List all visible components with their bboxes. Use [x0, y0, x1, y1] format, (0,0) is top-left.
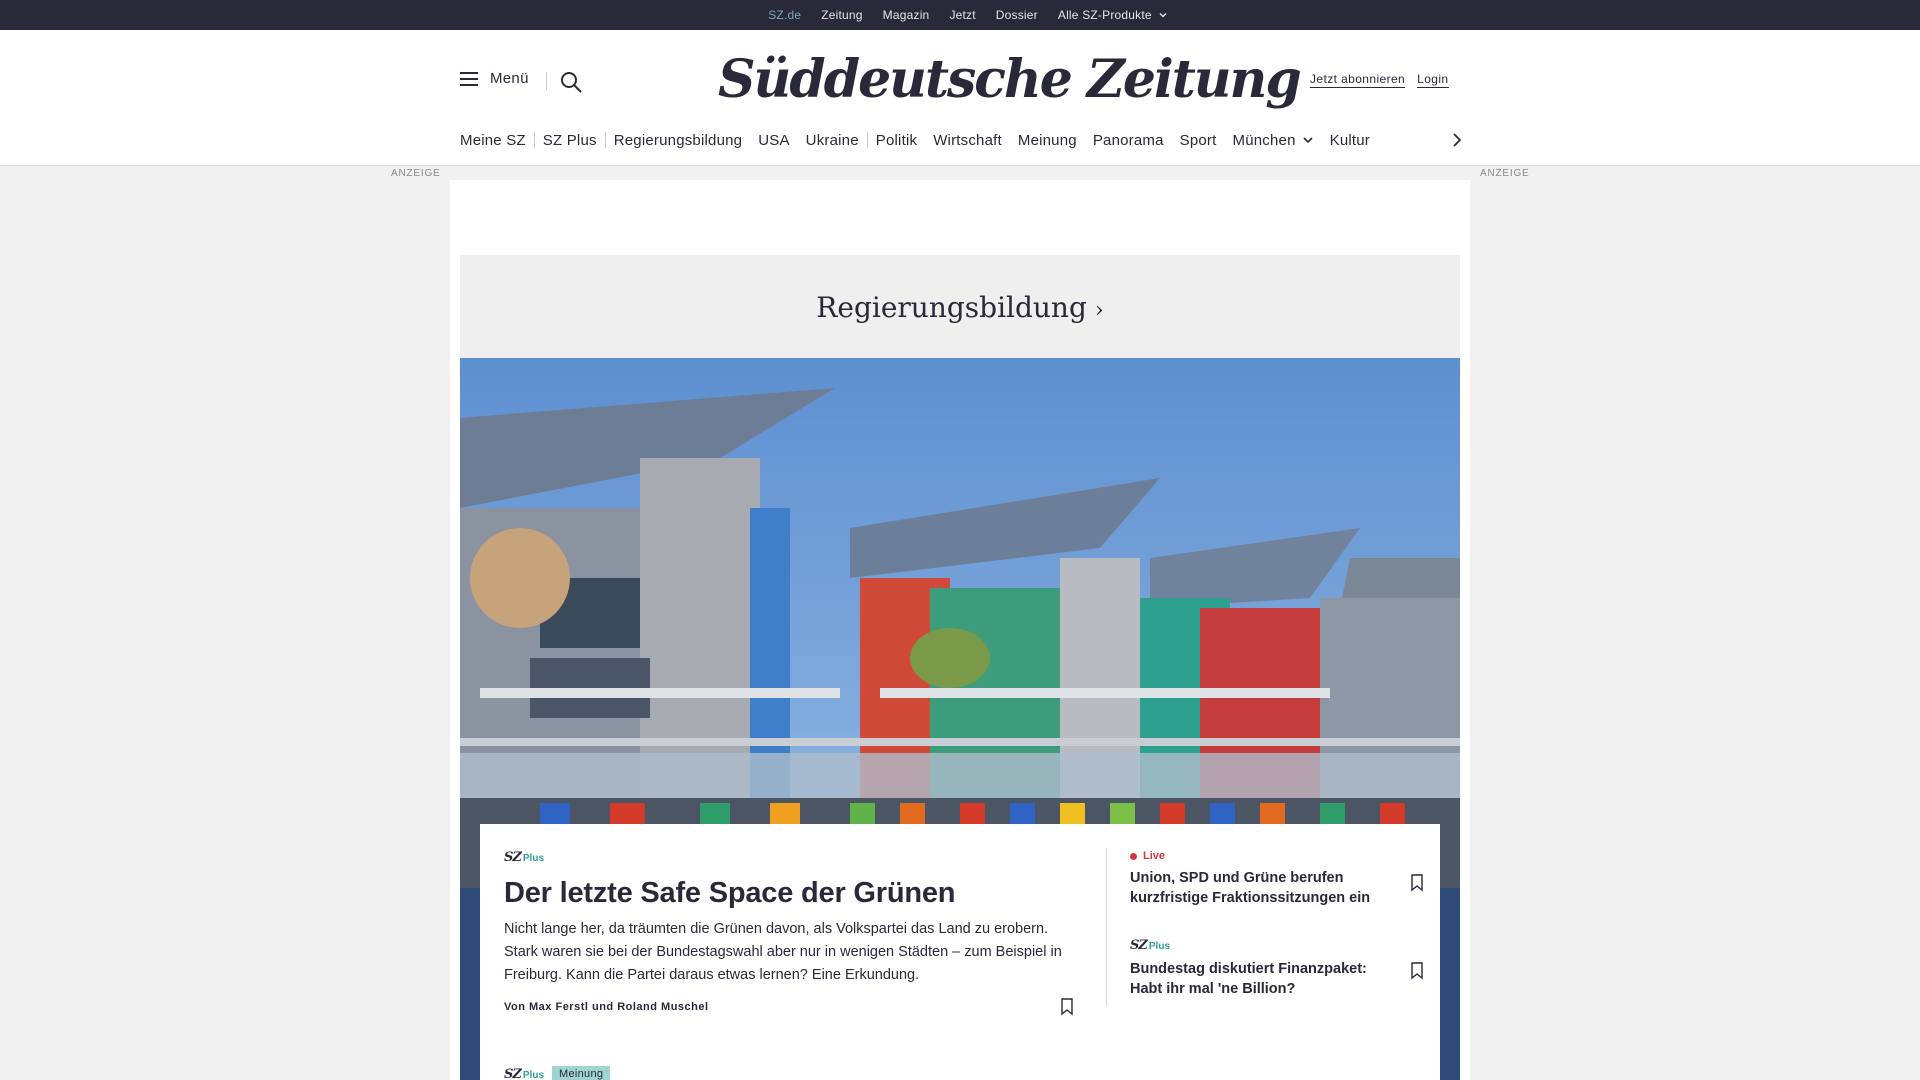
nav-item-meinung[interactable]: Meinung — [1010, 132, 1085, 149]
topbar-link-zeitung[interactable]: Zeitung — [821, 8, 862, 22]
live-dot-icon — [1130, 852, 1137, 860]
live-badge: Live — [1130, 850, 1420, 862]
topbar-link-sz[interactable]: SZ.de — [768, 8, 801, 33]
subscribe-link[interactable]: Jetzt abonnieren — [1310, 72, 1406, 88]
nav-item-usa[interactable]: USA — [750, 132, 797, 149]
column-divider — [1106, 848, 1107, 1006]
nav-item-sport[interactable]: Sport — [1172, 132, 1225, 149]
ad-label-right: ANZEIGE — [1480, 168, 1530, 179]
sz-plus-label: Plus — [1148, 941, 1171, 952]
live-label: Live — [1143, 850, 1166, 862]
header-actions: Jetzt abonnieren Login — [1310, 72, 1449, 88]
bookmark-icon[interactable] — [1410, 962, 1424, 980]
side-article-plus[interactable]: SZ Plus Bundestag diskutiert Finanzpaket:… — [1130, 938, 1423, 999]
article-card: SZ Plus Der letzte Safe Space der Grünen … — [480, 824, 1440, 1080]
search-icon[interactable] — [559, 70, 583, 94]
main-navigation: Meine SZ SZ Plus Regierungsbildung USA U… — [460, 128, 1378, 152]
nav-item-ukraine[interactable]: Ukraine — [798, 132, 867, 149]
category-badge: Meinung — [552, 1066, 611, 1080]
menu-button[interactable]: Menü — [460, 70, 529, 87]
section-title: Regierungsbildung — [816, 291, 1087, 324]
bookmark-icon[interactable] — [1410, 874, 1424, 892]
sz-plus-brand: SZ — [504, 850, 522, 865]
chevron-down-icon — [1159, 13, 1167, 18]
sz-plus-brand: SZ — [1130, 938, 1148, 953]
ad-label-left: ANZEIGE — [391, 168, 441, 179]
lead-article[interactable]: SZ Plus Der letzte Safe Space der Grünen … — [504, 850, 1074, 1013]
sz-plus-logo: SZ Plus — [1130, 938, 1420, 953]
next-article-meta: SZ Plus Meinung — [504, 1066, 611, 1080]
chevron-right-icon[interactable] — [1448, 131, 1466, 149]
nav-item-wirtschaft[interactable]: Wirtschaft — [925, 132, 1010, 149]
sz-plus-logo: SZ Plus — [504, 1067, 544, 1080]
section-title-link[interactable]: Regierungsbildung › — [460, 291, 1460, 324]
nav-item-muenchen[interactable]: München — [1225, 132, 1322, 149]
lead-author: Von Max Ferstl und Roland Muschel — [504, 1001, 709, 1013]
nav-item-panorama[interactable]: Panorama — [1085, 132, 1172, 149]
hamburger-icon — [460, 71, 478, 86]
all-products-label: Alle SZ-Produkte — [1057, 8, 1152, 22]
side-article-title[interactable]: Union, SPD und Grüne berufen kurzfristig… — [1130, 868, 1380, 908]
nav-item-meine-sz[interactable]: Meine SZ — [460, 132, 534, 149]
topbar-link-all-products[interactable]: Alle SZ-Produkte — [1058, 8, 1168, 22]
chevron-right-icon: › — [1094, 298, 1104, 323]
login-link[interactable]: Login — [1417, 72, 1449, 88]
topbar-link-jetzt[interactable]: Jetzt — [949, 8, 975, 22]
sz-plus-label: Plus — [522, 1069, 545, 1080]
topbar-link-dossier[interactable]: Dossier — [996, 8, 1038, 22]
nav-item-politik[interactable]: Politik — [868, 132, 925, 149]
topbar-link-magazin[interactable]: Magazin — [883, 8, 930, 22]
menu-divider — [546, 72, 547, 90]
sz-products-bar: SZ.de Zeitung Magazin Jetzt Dossier Alle… — [0, 0, 1920, 33]
side-article-title[interactable]: Bundestag diskutiert Finanzpaket: Habt i… — [1130, 959, 1380, 999]
products-links: SZ.de Zeitung Magazin Jetzt Dossier Alle… — [0, 0, 1920, 33]
nav-item-kultur[interactable]: Kultur — [1322, 132, 1378, 149]
sz-plus-logo: SZ Plus — [504, 850, 1074, 865]
lead-title[interactable]: Der letzte Safe Space der Grünen — [504, 877, 1074, 910]
sz-plus-label: Plus — [522, 853, 545, 864]
site-header: Menü Süddeutsche Zeitung Jetzt abonniere… — [0, 30, 1920, 166]
chevron-down-icon — [1303, 137, 1313, 144]
lead-teaser: Nicht lange her, da träumten die Grünen … — [504, 921, 1062, 983]
bookmark-icon[interactable] — [1060, 998, 1074, 1016]
nav-item-regierungsbildung[interactable]: Regierungsbildung — [606, 132, 751, 149]
nav-item-muenchen-label: München — [1232, 131, 1296, 149]
side-article-live[interactable]: Live Union, SPD und Grüne berufen kurzfr… — [1130, 850, 1423, 908]
menu-label: Menü — [490, 70, 529, 87]
nav-item-sz-plus[interactable]: SZ Plus — [535, 132, 605, 149]
logo[interactable]: Süddeutsche Zeitung — [718, 48, 1302, 112]
sz-plus-brand: SZ — [504, 1066, 522, 1080]
